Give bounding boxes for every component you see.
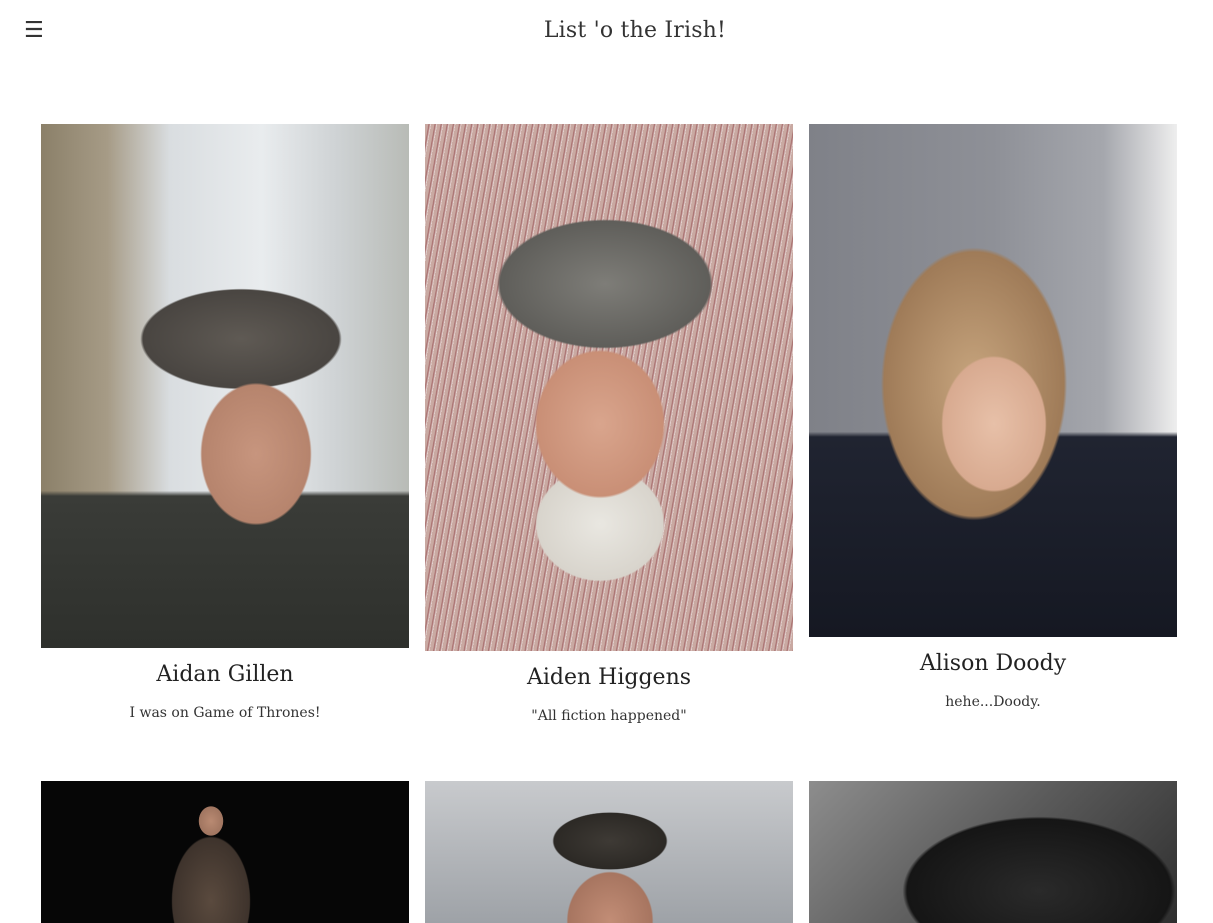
person-photo [425, 124, 793, 651]
person-name: Aidan Gillen [156, 662, 294, 687]
person-quote: hehe...Doody. [945, 694, 1041, 710]
person-card[interactable] [425, 781, 793, 923]
person-name: Aiden Higgens [526, 665, 692, 690]
person-quote: I was on Game of Thrones! [129, 705, 321, 721]
person-card-alison-doody[interactable]: Alison Doody hehe...Doody. [809, 124, 1177, 712]
person-photo [41, 781, 409, 923]
person-card-aidan-gillen[interactable]: Aidan Gillen I was on Game of Thrones! [41, 124, 409, 723]
person-card[interactable] [41, 781, 409, 923]
person-photo [809, 124, 1177, 637]
person-photo [425, 781, 793, 923]
person-photo [809, 781, 1177, 923]
person-card[interactable] [809, 781, 1177, 923]
page-title: List 'o the Irish! [543, 18, 727, 43]
person-photo [41, 124, 409, 648]
person-quote: "All fiction happened" [531, 708, 687, 724]
person-card-aiden-higgens[interactable]: Aiden Higgens "All fiction happened" [425, 124, 793, 726]
person-name: Alison Doody [919, 651, 1067, 676]
